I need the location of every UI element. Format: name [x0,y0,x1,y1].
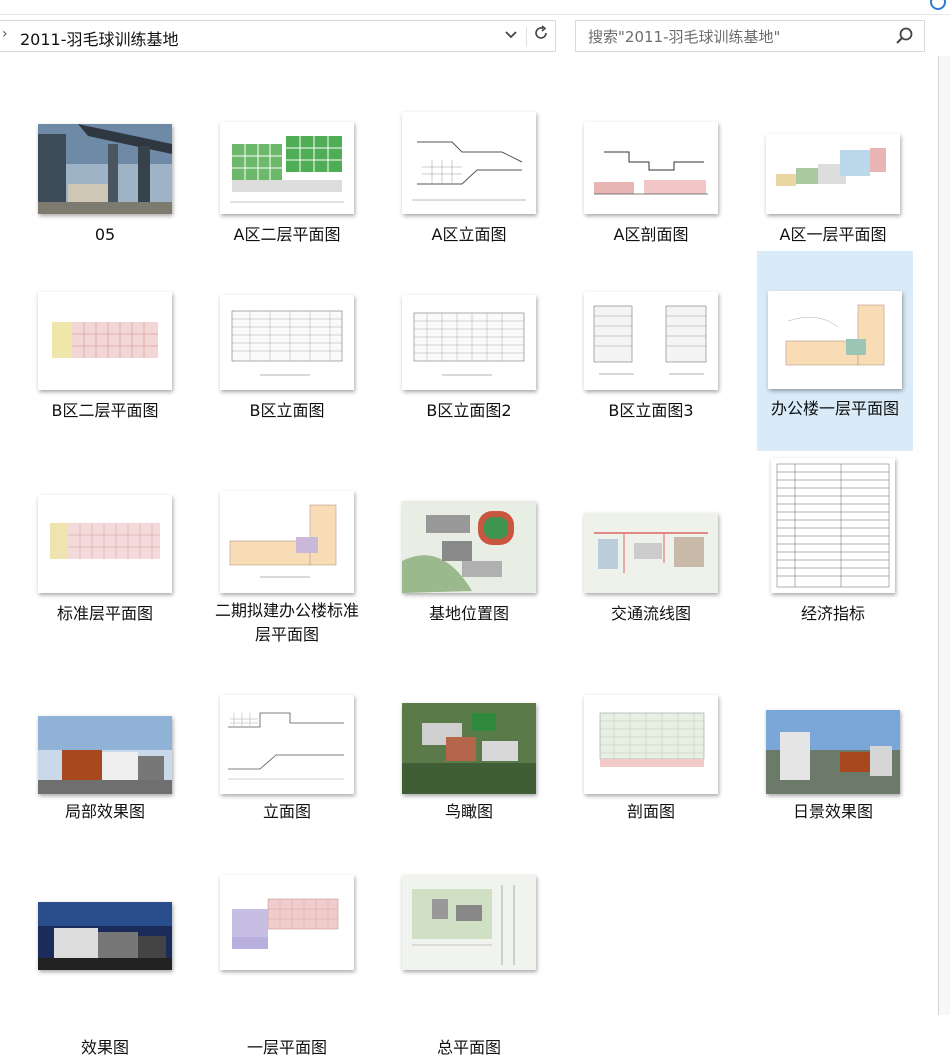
file-item[interactable]: A区剖面图 [573,60,729,250]
image-thumbnail [584,513,718,593]
image-thumbnail [584,695,718,794]
file-name: 一层平面图 [246,1038,327,1057]
search-box[interactable] [575,20,925,52]
file-item[interactable]: 标准层平面图 [27,458,183,648]
file-name: 二期拟建办公楼标准层平面图 [214,601,359,644]
file-item[interactable]: 基地位置图 [391,458,547,648]
file-item[interactable]: 交通流线图 [573,458,729,648]
file-name: 鸟瞰图 [444,802,493,821]
file-name: 交通流线图 [610,604,691,623]
image-thumbnail [38,902,172,970]
file-item[interactable]: 日景效果图 [755,660,911,850]
file-item[interactable]: B区立面图2 [391,255,547,445]
file-item[interactable]: 总平面图 [391,840,547,1057]
file-item-selected[interactable]: 办公楼一层平面图 [757,251,913,451]
file-name: 日景效果图 [792,802,873,821]
file-name: 05 [94,225,116,244]
file-item[interactable]: A区一层平面图 [755,60,911,250]
window-top-strip [0,0,950,15]
file-grid: 05 A区二层平面图 A区立面图 A区剖面图 A区一层平面图 B区二层平面图 B… [0,60,938,1057]
file-item[interactable]: 效果图 [27,840,183,1057]
file-item[interactable]: 剖面图 [573,660,729,850]
file-item[interactable]: 二期拟建办公楼标准层平面图 [209,458,365,648]
file-item[interactable]: 局部效果图 [27,660,183,850]
image-thumbnail [402,703,536,794]
file-item[interactable]: 05 [27,60,183,250]
chevron-down-icon[interactable] [500,25,522,47]
help-icon[interactable] [930,0,946,10]
file-name: B区立面图3 [608,401,694,420]
file-name: B区立面图2 [426,401,512,420]
image-thumbnail [38,495,172,593]
image-thumbnail [584,292,718,390]
address-divider [526,27,527,47]
image-thumbnail [402,112,536,214]
image-thumbnail [402,295,536,390]
file-name: A区一层平面图 [779,225,887,244]
image-thumbnail [220,491,354,593]
file-name: 剖面图 [626,802,675,821]
image-thumbnail [402,875,536,970]
file-name: 总平面图 [436,1038,501,1057]
file-item[interactable]: 经济指标 [755,458,911,648]
file-name: 立面图 [262,802,311,821]
image-thumbnail [38,124,172,214]
image-thumbnail [220,875,354,970]
file-item[interactable]: A区二层平面图 [209,60,365,250]
file-name: 办公楼一层平面图 [770,399,899,418]
file-name: B区二层平面图 [51,401,159,420]
image-thumbnail [584,122,718,214]
file-item[interactable]: B区二层平面图 [27,255,183,445]
image-thumbnail [402,501,536,593]
file-item[interactable]: B区立面图 [209,255,365,445]
address-bar[interactable]: › 2011-羽毛球训练基地 [0,20,556,52]
image-thumbnail [38,716,172,794]
file-item[interactable]: B区立面图3 [573,255,729,445]
file-item[interactable]: A区立面图 [391,60,547,250]
file-name: A区立面图 [431,225,507,244]
image-thumbnail [220,122,354,214]
image-thumbnail [771,458,895,593]
file-item[interactable]: 一层平面图 [209,840,365,1057]
image-thumbnail [766,134,900,214]
image-thumbnail [766,710,900,794]
file-name: 标准层平面图 [56,604,153,623]
scrollbar-track[interactable] [938,56,950,1015]
refresh-icon[interactable] [530,25,552,47]
file-name: 局部效果图 [64,802,145,821]
search-input[interactable] [586,25,885,49]
image-thumbnail [220,695,354,794]
image-thumbnail [768,291,902,389]
file-name: B区立面图 [249,401,325,420]
search-icon[interactable] [894,25,916,47]
file-item[interactable]: 鸟瞰图 [391,660,547,850]
image-thumbnail [38,292,172,390]
file-name: 效果图 [80,1038,129,1057]
file-name: 基地位置图 [428,604,509,623]
file-item[interactable]: 立面图 [209,660,365,850]
breadcrumb-path[interactable]: 2011-羽毛球训练基地 [20,26,179,50]
breadcrumb-chevron-icon[interactable]: › [2,26,8,42]
file-name: 经济指标 [800,604,865,623]
image-thumbnail [220,295,354,390]
file-name: A区二层平面图 [233,225,341,244]
file-name: A区剖面图 [613,225,689,244]
